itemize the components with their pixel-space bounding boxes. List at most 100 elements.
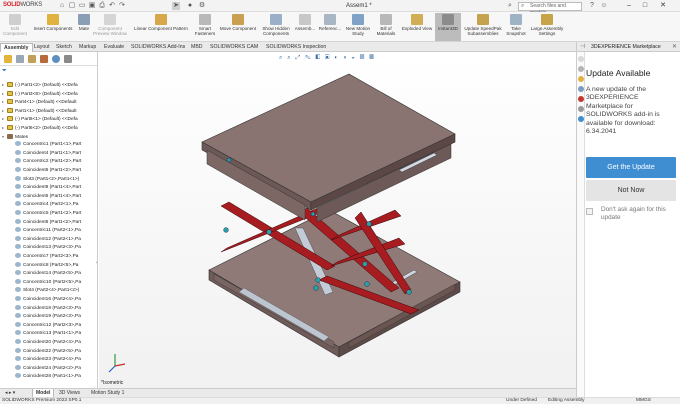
reference-geometry-button[interactable]: Referenc... — [317, 14, 343, 31]
mate-item[interactable]: Coincident5 (Part1<4>,Part — [10, 192, 81, 202]
mate-item[interactable]: Concentric7 (Part2<3>,Pa — [10, 253, 78, 262]
options-icon[interactable]: ⚙ — [198, 2, 206, 10]
get-update-button[interactable]: Get the Update — [586, 157, 676, 178]
large-assembly-settings-button[interactable]: Large Assembly Settings — [528, 14, 566, 36]
search-input[interactable]: ⌕ Search files and models — [518, 2, 582, 16]
app-logo[interactable]: SOLIDWORKS — [3, 2, 42, 8]
tab-evaluate[interactable]: Evaluate — [101, 43, 127, 52]
maximize-button[interactable]: □ — [638, 1, 652, 11]
mate-item[interactable]: Coincident14 (Part2<5>,Pa — [10, 270, 81, 279]
mate-item[interactable]: Slot4 (Part2<4>,Part1<2>) — [10, 287, 79, 296]
mate-item[interactable]: Coincident28 (Part1<1>,Pa — [10, 373, 81, 382]
mate-item[interactable]: Coincident12 (Part2<1>,Pa — [10, 235, 81, 245]
mate-item[interactable]: Coincident20 (Part2<4>,Pa — [10, 339, 81, 348]
assembly-model[interactable] — [99, 52, 576, 388]
filter-icon[interactable]: ⏷ — [2, 68, 7, 75]
mate-item[interactable]: Concentric11 (Part2<1>,Pa — [10, 227, 81, 236]
display-manager-icon[interactable] — [52, 55, 60, 63]
tab-mbd[interactable]: MBD — [188, 43, 206, 52]
help-search-icon[interactable]: ⌕ — [506, 2, 514, 10]
mate-item[interactable]: Concentric5 (Part1<2>,Part — [10, 210, 81, 219]
configuration-manager-icon[interactable] — [28, 55, 36, 63]
pin-joint[interactable] — [266, 229, 272, 235]
tab-inspection[interactable]: SOLIDWORKS Inspection — [263, 43, 329, 52]
minimize-button[interactable]: – — [622, 1, 636, 11]
show-hidden-button[interactable]: Show Hidden Components — [260, 14, 292, 36]
component-item[interactable]: ▸ (-) Part1<2> (Default) <<Defa — [2, 81, 78, 90]
mate-button[interactable]: Mate — [76, 14, 92, 31]
appearances-icon[interactable] — [578, 96, 584, 102]
smart-fasteners-button[interactable]: Smart Fasteners — [194, 14, 216, 36]
pin-joint[interactable] — [310, 211, 316, 217]
help-icon[interactable]: ? — [588, 2, 596, 10]
close-button[interactable]: ✕ — [656, 1, 670, 11]
mate-item[interactable]: Coincident19 (Part2<3>,Pa — [10, 313, 81, 322]
mates-folder[interactable]: ▾ Mates — [2, 133, 28, 142]
design-library-icon[interactable] — [578, 66, 584, 72]
not-now-button[interactable]: Not Now — [586, 180, 676, 201]
component-preview-button[interactable]: Component Preview Window — [92, 14, 128, 36]
solidworks-resources-icon[interactable] — [578, 56, 584, 62]
graphics-area[interactable]: ⌕ ⌕ ⤢ ✎ ◧ ▣ ◐ ◑ ◒ ▤ ▦ *Isometric — [99, 52, 576, 388]
tab-sketch[interactable]: Sketch — [53, 43, 75, 52]
dimxpert-icon[interactable] — [40, 55, 48, 63]
dont-ask-checkbox[interactable] — [586, 208, 593, 215]
take-snapshot-button[interactable]: Take Snapshot — [505, 14, 527, 36]
save-icon[interactable]: ▣ — [88, 2, 96, 10]
feature-tree-icon[interactable] — [4, 55, 12, 63]
status-units[interactable]: MMGS — [636, 398, 651, 404]
file-explorer-icon[interactable] — [578, 76, 584, 82]
base-plate-top[interactable] — [208, 209, 461, 348]
component-item[interactable]: ▸ (-) Part6<1> (Default) <<Defa — [2, 115, 78, 124]
mate-item[interactable]: Concentric13 (Part1<1>,Pa — [10, 330, 81, 339]
mate-item[interactable]: Concentric1 (Part1<1>,Part — [10, 141, 81, 150]
bill-of-materials-button[interactable]: Bill of Materials — [373, 14, 399, 36]
close-pane-icon[interactable]: ✕ — [672, 42, 677, 52]
mate-item[interactable]: Coincident18 (Part2<3>,Pa — [10, 304, 81, 314]
home-icon[interactable]: ⌂ — [58, 2, 66, 10]
mate-item[interactable]: Coincident16 (Part2<4>,Pa — [10, 296, 81, 305]
custom-properties-icon[interactable] — [578, 106, 584, 112]
pin-joint[interactable] — [362, 261, 368, 267]
mate-item[interactable]: Coincident4 (Part1<1>,Part — [10, 149, 81, 159]
mate-item[interactable]: Coincident13 (Part2<3>,Pa — [10, 244, 81, 253]
move-component-button[interactable]: Move Component — [216, 14, 260, 31]
pin-joint[interactable] — [406, 289, 412, 295]
instant3d-button[interactable]: Instant3D — [435, 13, 461, 41]
mate-item[interactable]: Concentric8 (Part2<5>,Pa — [10, 261, 78, 271]
mate-item[interactable]: Coincident6 (Part1<2>,Part — [10, 218, 81, 228]
component-item[interactable]: ▸ (-) Part6<2> (Default) <<Defa — [2, 124, 78, 133]
pin-icon[interactable]: ⊣ — [580, 42, 585, 52]
mate-item[interactable]: Coincident6 (Part1<2>,Part — [10, 167, 81, 176]
component-item[interactable]: ▸ Part1<1> (Default) <<Default — [2, 107, 77, 116]
pin-joint[interactable] — [364, 281, 370, 287]
assembly-features-button[interactable]: Assemb... — [293, 14, 317, 31]
tab-layout[interactable]: Layout — [31, 43, 53, 52]
tab-assembly[interactable]: Assembly — [0, 43, 33, 52]
component-item[interactable]: ▸ Part4<1> (Default) <<Default — [2, 98, 77, 107]
cam-manager-icon[interactable] — [64, 55, 72, 63]
marketplace-icon[interactable] — [578, 116, 584, 122]
insert-components-button[interactable]: Insert Components — [30, 14, 76, 31]
new-motion-study-button[interactable]: New Motion Study — [344, 14, 372, 36]
mate-item[interactable]: Coincident24 (Part2<2>,Pa — [10, 364, 81, 374]
rebuild-icon[interactable]: ● — [186, 2, 194, 10]
mate-item[interactable]: Coincident23 (Part2<4>,Pa — [10, 356, 81, 365]
mate-item[interactable]: Concentric12 (Part2<3>,Pa — [10, 321, 81, 331]
mate-item[interactable]: Coincident9 (Part1<4>,Part — [10, 184, 81, 193]
property-manager-icon[interactable] — [16, 55, 24, 63]
pin-joint[interactable] — [366, 221, 372, 227]
pin-joint[interactable] — [226, 157, 232, 163]
pin-joint[interactable] — [223, 227, 229, 233]
undo-icon[interactable]: ↶ — [108, 2, 116, 10]
pin-joint[interactable] — [315, 277, 321, 283]
mate-item[interactable]: Concentric4 (Part2<1>,Pa — [10, 201, 78, 210]
view-palette-icon[interactable] — [578, 86, 584, 92]
redo-icon[interactable]: ↷ — [118, 2, 126, 10]
linear-pattern-button[interactable]: Linear Component Pattern — [130, 14, 192, 31]
exploded-view-button[interactable]: Exploded View — [400, 14, 434, 31]
select-icon[interactable]: ➤ — [172, 2, 180, 10]
tab-markup[interactable]: Markup — [76, 43, 99, 52]
mate-item[interactable]: Slot3 (Part1<2>,Part1<1>) — [10, 175, 79, 185]
open-icon[interactable]: ▭ — [78, 2, 86, 10]
